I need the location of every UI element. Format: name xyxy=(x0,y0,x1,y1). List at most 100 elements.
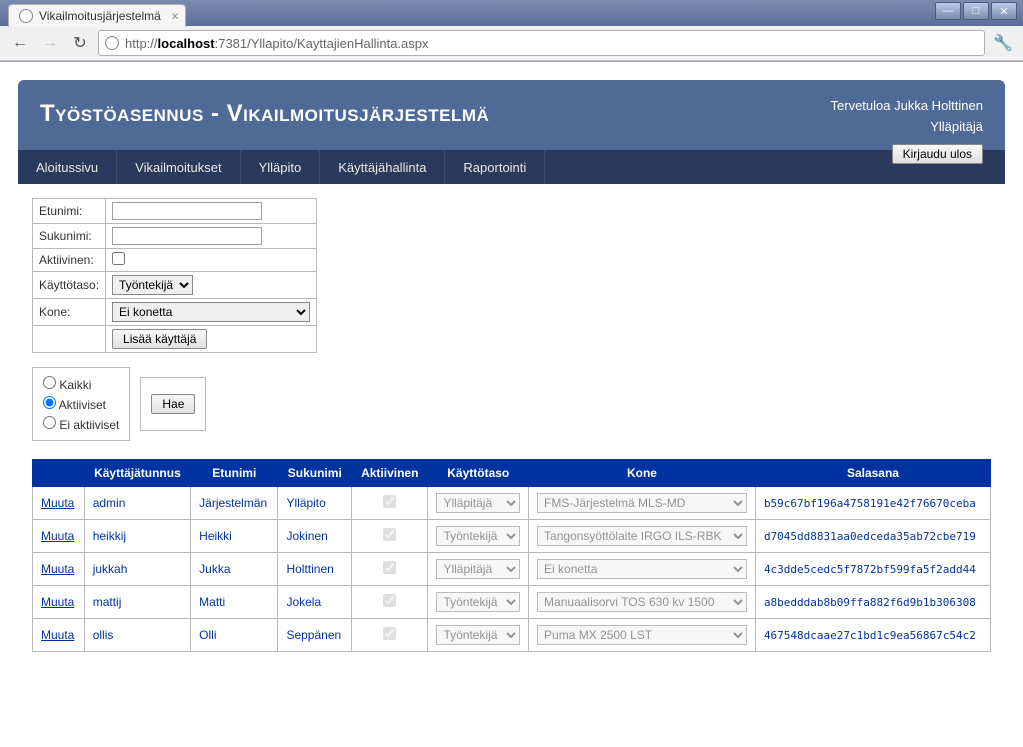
machine-select: Tangonsyöttölaite IRGO ILS-RBK xyxy=(537,526,747,546)
add-user-button[interactable]: Lisää käyttäjä xyxy=(112,329,207,349)
th-password: Salasana xyxy=(755,460,990,487)
label-etunimi: Etunimi: xyxy=(33,199,106,224)
machine-select: Ei konetta xyxy=(537,559,747,579)
content: Etunimi: Sukunimi: Aktiivinen: Käyttötas… xyxy=(18,184,1005,666)
sukunimi-input[interactable] xyxy=(112,227,262,245)
cell-password: 467548dcaae27c1bd1c9ea56867c54c2 xyxy=(755,619,990,652)
th-action xyxy=(33,460,85,487)
cell-lastname: Jokinen xyxy=(278,520,352,553)
cell-role: Ylläpitäjä xyxy=(428,487,529,520)
settings-wrench-icon[interactable]: 🔧 xyxy=(991,31,1015,55)
etunimi-input[interactable] xyxy=(112,202,262,220)
machine-select: Manuaalisorvi TOS 630 kv 1500 xyxy=(537,592,747,612)
cell-username: mattij xyxy=(84,586,190,619)
edit-link[interactable]: Muuta xyxy=(41,595,74,609)
cell-firstname: Heikki xyxy=(191,520,278,553)
table-header-row: Käyttäjätunnus Etunimi Sukunimi Aktiivin… xyxy=(33,460,991,487)
active-checkbox xyxy=(383,528,396,541)
add-user-form: Etunimi: Sukunimi: Aktiivinen: Käyttötas… xyxy=(32,198,317,353)
role-text: Ylläpitäjä xyxy=(831,117,983,138)
cell-role: Työntekijä xyxy=(428,619,529,652)
search-cell: Hae xyxy=(140,377,206,431)
users-table: Käyttäjätunnus Etunimi Sukunimi Aktiivin… xyxy=(32,459,991,652)
edit-link[interactable]: Muuta xyxy=(41,562,74,576)
th-lastname: Sukunimi xyxy=(278,460,352,487)
nav-aloitussivu[interactable]: Aloitussivu xyxy=(18,150,117,184)
edit-link[interactable]: Muuta xyxy=(41,496,74,510)
cell-firstname: Olli xyxy=(191,619,278,652)
cell-active xyxy=(352,619,428,652)
cell-role: Työntekijä xyxy=(428,586,529,619)
address-bar[interactable]: http://localhost:7381/Yllapito/Kayttajie… xyxy=(98,30,985,56)
maximize-button[interactable]: □ xyxy=(963,2,989,20)
cell-lastname: Holttinen xyxy=(278,553,352,586)
cell-machine: Ei konetta xyxy=(529,553,756,586)
role-select: Työntekijä xyxy=(436,526,520,546)
cell-lastname: Ylläpito xyxy=(278,487,352,520)
th-role: Käyttötaso xyxy=(428,460,529,487)
cell-machine: FMS-Järjestelmä MLS-MD xyxy=(529,487,756,520)
forward-button[interactable]: → xyxy=(38,31,62,55)
cell-username: ollis xyxy=(84,619,190,652)
cell-active xyxy=(352,487,428,520)
cell-role: Ylläpitäjä xyxy=(428,553,529,586)
aktiivinen-checkbox[interactable] xyxy=(112,252,125,265)
th-firstname: Etunimi xyxy=(191,460,278,487)
browser-chrome: Vikailmoitusjärjestelmä × ― □ ✕ ← → ↻ ht… xyxy=(0,0,1023,62)
filter-radios: Kaikki Aktiiviset Ei aktiiviset xyxy=(32,367,130,441)
cell-active xyxy=(352,553,428,586)
cell-active xyxy=(352,520,428,553)
titlebar: Vikailmoitusjärjestelmä × ― □ ✕ xyxy=(0,0,1023,26)
active-checkbox xyxy=(383,561,396,574)
role-select: Ylläpitäjä xyxy=(436,559,520,579)
label-sukunimi: Sukunimi: xyxy=(33,224,106,249)
user-block: Tervetuloa Jukka Holttinen Ylläpitäjä Ki… xyxy=(831,96,983,164)
browser-tab[interactable]: Vikailmoitusjärjestelmä × xyxy=(8,4,186,27)
nav-vikailmoitukset[interactable]: Vikailmoitukset xyxy=(117,150,240,184)
active-checkbox xyxy=(383,495,396,508)
cell-username: jukkah xyxy=(84,553,190,586)
nav-kayttajahallinta[interactable]: Käyttäjähallinta xyxy=(320,150,445,184)
th-machine: Kone xyxy=(529,460,756,487)
role-select: Työntekijä xyxy=(436,592,520,612)
cell-username: heikkij xyxy=(84,520,190,553)
cell-active xyxy=(352,586,428,619)
welcome-text: Tervetuloa Jukka Holttinen xyxy=(831,96,983,117)
back-button[interactable]: ← xyxy=(8,31,32,55)
cell-password: 4c3dde5cedc5f7872bf599fa5f2add44 xyxy=(755,553,990,586)
search-button[interactable]: Hae xyxy=(151,394,195,414)
kone-select[interactable]: Ei konetta xyxy=(112,302,310,322)
edit-link[interactable]: Muuta xyxy=(41,529,74,543)
close-tab-icon[interactable]: × xyxy=(171,8,179,23)
logout-button[interactable]: Kirjaudu ulos xyxy=(892,144,983,164)
favicon-icon xyxy=(19,9,33,23)
cell-firstname: Jukka xyxy=(191,553,278,586)
label-aktiivinen: Aktiivinen: xyxy=(33,249,106,272)
nav-raportointi[interactable]: Raportointi xyxy=(445,150,545,184)
label-kone: Kone: xyxy=(33,299,106,326)
reload-button[interactable]: ↻ xyxy=(68,31,92,55)
cell-firstname: Matti xyxy=(191,586,278,619)
machine-select: Puma MX 2500 LST xyxy=(537,625,747,645)
table-row: Muuta heikkijHeikkiJokinen Työntekijä Tango… xyxy=(33,520,991,553)
close-window-button[interactable]: ✕ xyxy=(991,2,1017,20)
radio-kaikki[interactable]: Kaikki xyxy=(43,374,119,394)
th-username: Käyttäjätunnus xyxy=(84,460,190,487)
kayttotaso-select[interactable]: Työntekijä xyxy=(112,275,193,295)
tab-title: Vikailmoitusjärjestelmä xyxy=(39,9,161,23)
minimize-button[interactable]: ― xyxy=(935,2,961,20)
radio-ei-aktiiviset[interactable]: Ei aktiiviset xyxy=(43,414,119,434)
nav-yllapito[interactable]: Ylläpito xyxy=(241,150,321,184)
cell-password: a8bedddab8b09ffa882f6d9b1b306308 xyxy=(755,586,990,619)
cell-machine: Tangonsyöttölaite IRGO ILS-RBK xyxy=(529,520,756,553)
machine-select: FMS-Järjestelmä MLS-MD xyxy=(537,493,747,513)
cell-firstname: Järjestelmän xyxy=(191,487,278,520)
cell-machine: Puma MX 2500 LST xyxy=(529,619,756,652)
label-kayttotaso: Käyttötaso: xyxy=(33,272,106,299)
cell-role: Työntekijä xyxy=(428,520,529,553)
edit-link[interactable]: Muuta xyxy=(41,628,74,642)
radio-aktiiviset[interactable]: Aktiiviset xyxy=(43,394,119,414)
active-checkbox xyxy=(383,594,396,607)
table-row: MuutaadminJärjestelmänYlläpitoYlläpitäjä… xyxy=(33,487,991,520)
app-header: Työstöasennus - Vikailmoitusjärjestelmä … xyxy=(18,80,1005,150)
